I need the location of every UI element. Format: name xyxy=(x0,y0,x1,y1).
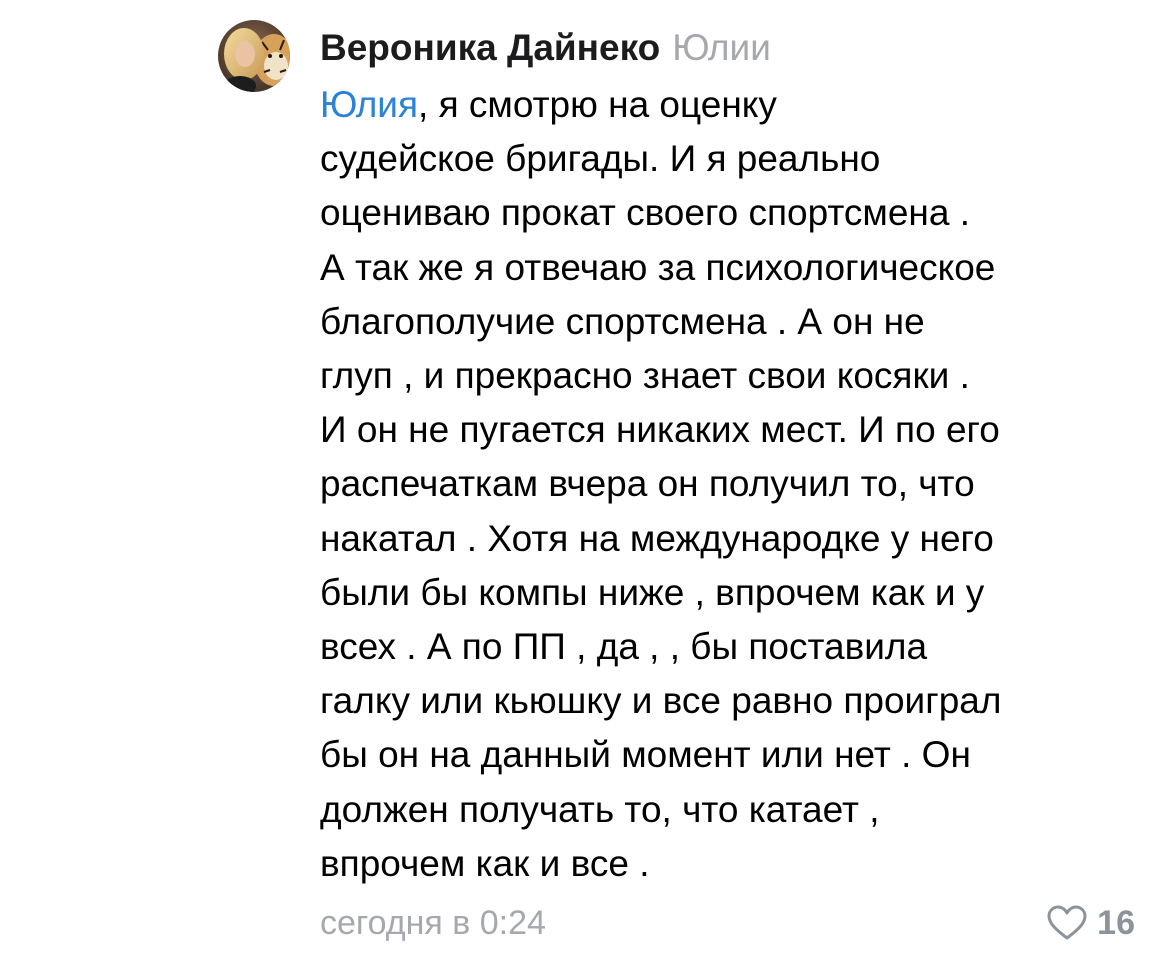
like-button[interactable]: 16 xyxy=(1047,898,1135,948)
comment-text-line: Юлия, я смотрю на оценку xyxy=(320,78,1145,132)
comment-text-line: впрочем как и все . xyxy=(320,842,650,884)
mention-link[interactable]: Юлия xyxy=(320,84,418,125)
heart-outline-icon xyxy=(1047,905,1087,940)
comment-timestamp[interactable]: сегодня в 0:24 xyxy=(320,898,546,948)
comment-text-line: всех . А по ПП , да , , бы поставила xyxy=(320,626,928,668)
avatar[interactable] xyxy=(218,20,290,92)
comment-text-line: оцениваю прокат своего спортсмена . xyxy=(320,192,970,234)
comment-footer: сегодня в 0:24 16 xyxy=(320,898,1135,948)
comment-text-line: галку или кьюшку и все равно проиграл xyxy=(320,680,1002,722)
comment: Вероника Дайнеко Юлии Юлия, я смотрю на о… xyxy=(0,0,1170,976)
comment-text-line: И он не пугается никаких мест. И по его xyxy=(320,409,1000,451)
comment-text-line: были бы компы ниже , впрочем как и у xyxy=(320,571,985,613)
comment-text-line: бы он на данный момент или нет . Он xyxy=(320,734,971,776)
reply-to-label[interactable]: Юлии xyxy=(672,27,771,68)
comment-text-line: благополучие спортсмена . А он не xyxy=(320,300,925,342)
comment-text-line: должен получать то, что катает , xyxy=(320,788,880,830)
comment-text-line: глуп , и прекрасно знает свои косяки . xyxy=(320,355,970,397)
comment-text-line: А так же я отвечаю за психологическое xyxy=(320,246,996,288)
avatar-photo-icon xyxy=(218,20,290,92)
comment-text-line: накатал . Хотя на международке у него xyxy=(320,517,994,559)
comment-text-line: судейское бригады. И я реально xyxy=(320,138,881,180)
comment-text-line: распечаткам вчера он получил то, что xyxy=(320,463,975,505)
author-name[interactable]: Вероника Дайнеко xyxy=(320,27,660,68)
like-count: 16 xyxy=(1097,904,1135,942)
comment-text-line-rest: , я смотрю на оценку xyxy=(418,84,777,125)
comment-header: Вероника Дайнеко Юлии xyxy=(320,24,771,72)
comment-text: Юлия, я смотрю на оценку судейское брига… xyxy=(320,78,1145,891)
